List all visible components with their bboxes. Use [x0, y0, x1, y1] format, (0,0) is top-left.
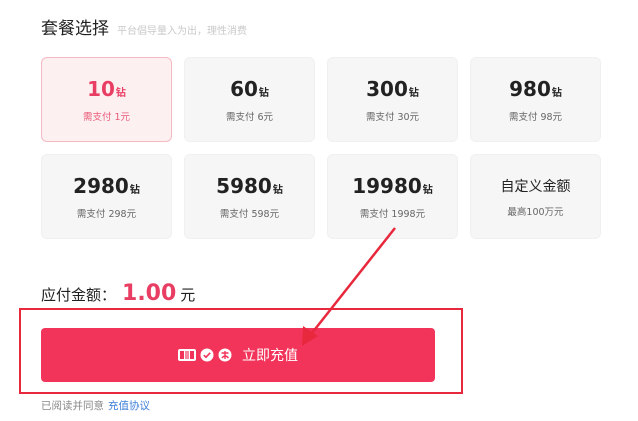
- agreement-link[interactable]: 充值协议: [108, 398, 150, 413]
- agreement-text: 已阅读并同意: [41, 400, 104, 412]
- annotation-arrow: [302, 227, 396, 346]
- agreement-row: 已阅读并同意 充值协议: [41, 398, 150, 413]
